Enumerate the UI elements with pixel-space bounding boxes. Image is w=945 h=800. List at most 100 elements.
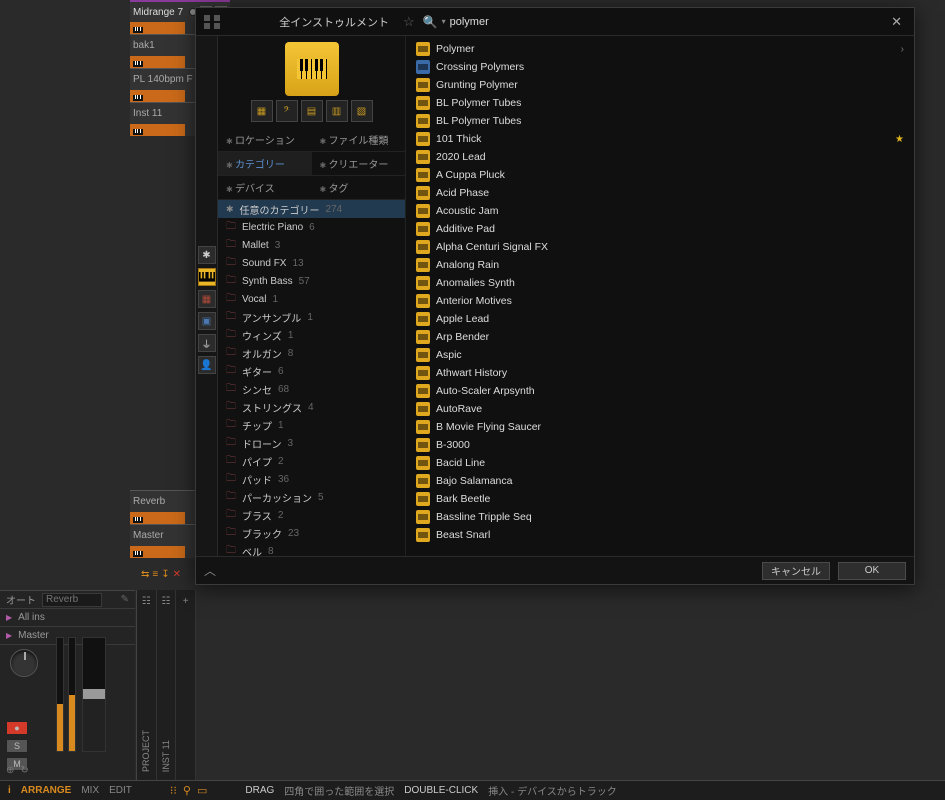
filter-tab[interactable]: クリエーター [312,152,406,176]
tool-icon[interactable]: ↧ [161,569,169,580]
category-row[interactable]: 🗀 ブラス 2 [218,506,405,524]
device-type-icon[interactable]: ▤ [301,100,323,122]
category-row[interactable]: 🗀 アンサンブル 1 [218,308,405,326]
tool-icon[interactable]: ✕ [173,569,181,580]
filter-tab[interactable]: デバイス [218,176,312,200]
result-row[interactable]: 101 Thick ★ [406,130,914,148]
tool-icon[interactable]: ⇆ [141,569,149,580]
result-row[interactable]: Acid Phase [406,184,914,202]
device-type-icon[interactable]: ▦ [251,100,273,122]
filter-tab[interactable]: タグ [312,176,406,200]
mix-tab[interactable]: MIX [81,785,99,796]
automation-target-input[interactable] [42,593,102,607]
result-row[interactable]: Bajo Salamanca [406,472,914,490]
result-row[interactable]: Athwart History [406,364,914,382]
device-type-icon[interactable]: 𝄢 [276,100,298,122]
result-row[interactable]: Apple Lead [406,310,914,328]
category-row[interactable]: 🗀 パッド 36 [218,470,405,488]
category-row[interactable]: 🗀 Electric Piano 6 [218,218,405,236]
sidebar-item-modulators[interactable]: ▣ [198,312,216,330]
result-row[interactable]: Arp Bender [406,328,914,346]
channel-strip[interactable]: ☷ INST 11 [157,590,177,780]
category-row[interactable]: ✱ 任意のカテゴリー 274 [218,200,405,218]
tool-icon[interactable]: ⚲ [183,784,191,797]
volume-fader[interactable] [82,637,106,752]
device-type-icon[interactable]: ▧ [351,100,373,122]
sidebar-item-users[interactable]: 👤 [198,356,216,374]
automation-row[interactable]: オート ✎ [0,591,135,609]
sidebar-item-instruments[interactable] [198,268,216,286]
tool-icon[interactable]: ⁝⁝ [170,784,177,797]
device-type-icon[interactable]: ▥ [326,100,348,122]
category-row[interactable]: 🗀 ウィンズ 1 [218,326,405,344]
result-row[interactable]: Analong Rain [406,256,914,274]
favorite-icon[interactable]: ★ [895,134,904,145]
arrange-tab[interactable]: ARRANGE [21,785,72,796]
result-row[interactable]: AutoRave [406,400,914,418]
tool-icon[interactable]: ▭ [197,784,207,797]
category-row[interactable]: 🗀 Synth Bass 57 [218,272,405,290]
result-row[interactable]: Crossing Polymers [406,58,914,76]
arranger-tool-strip[interactable]: ⇆ ≡ ↧ ✕ [137,565,185,583]
filter-tab[interactable]: ロケーション [218,128,312,152]
category-row[interactable]: 🗀 ギター 6 [218,362,405,380]
result-row[interactable]: B Movie Flying Saucer [406,418,914,436]
sidebar-item-plugins[interactable]: ⏚ [198,334,216,352]
search-field[interactable]: 🔍 ▾ [423,15,879,29]
result-row[interactable]: Aspic [406,346,914,364]
solo-button[interactable]: S [6,739,28,753]
settings-icon[interactable]: ↻ [20,765,28,776]
result-row[interactable]: Bark Beetle [406,490,914,508]
result-row[interactable]: Additive Pad [406,220,914,238]
category-row[interactable]: 🗀 Sound FX 13 [218,254,405,272]
chevron-down-icon[interactable]: ▾ [442,17,446,26]
tool-icon[interactable]: ≡ [152,569,158,580]
category-row[interactable]: 🗀 ベル 8 [218,542,405,556]
category-row[interactable]: 🗀 Mallet 3 [218,236,405,254]
favorite-filter-icon[interactable]: ☆ [403,14,415,30]
result-row[interactable]: A Cuppa Pluck [406,166,914,184]
result-row[interactable]: Beast Snarl [406,526,914,544]
result-row[interactable]: B-3000 [406,436,914,454]
result-row[interactable]: Polymer › [406,40,914,58]
result-row[interactable]: BL Polymer Tubes [406,112,914,130]
category-row[interactable]: 🗀 パーカッション 5 [218,488,405,506]
category-row[interactable]: 🗀 チップ 1 [218,416,405,434]
add-channel[interactable]: + [176,590,196,780]
result-row[interactable]: Grunting Polymer [406,76,914,94]
result-row[interactable]: Auto-Scaler Arpsynth [406,382,914,400]
clear-search-icon[interactable]: ✕ [887,14,906,30]
input-route-row[interactable]: ▶ All ins [0,609,135,627]
result-row[interactable]: Anomalies Synth [406,274,914,292]
result-row[interactable]: 2020 Lead [406,148,914,166]
result-row[interactable]: BL Polymer Tubes [406,94,914,112]
edit-icon[interactable]: ✎ [121,594,129,605]
filter-tab[interactable]: カテゴリー [218,152,312,176]
search-input[interactable] [450,16,879,28]
sidebar-item-all[interactable]: ✱ [198,246,216,264]
sidebar-item-fx[interactable]: ▦ [198,290,216,308]
edit-tab[interactable]: EDIT [109,785,132,796]
result-row[interactable]: Acoustic Jam [406,202,914,220]
chevron-right-icon[interactable]: › [901,44,904,55]
pan-knob[interactable] [10,649,38,677]
info-icon[interactable]: i [8,785,11,796]
category-row[interactable]: 🗀 オルガン 8 [218,344,405,362]
filter-tab[interactable]: ファイル種類 [312,128,406,152]
category-row[interactable]: 🗀 ストリングス 4 [218,398,405,416]
category-row[interactable]: 🗀 パイプ 2 [218,452,405,470]
channel-strip[interactable]: ☷ PROJECT [137,590,157,780]
ok-button[interactable]: OK [838,562,906,580]
category-row[interactable]: 🗀 ブラック 23 [218,524,405,542]
result-row[interactable]: Bassline Tripple Seq [406,508,914,526]
category-row[interactable]: 🗀 Vocal 1 [218,290,405,308]
category-row[interactable]: 🗀 シンセ 68 [218,380,405,398]
view-grid-icon[interactable] [204,15,222,29]
result-row[interactable]: Bacid Line [406,454,914,472]
expand-icon[interactable]: ⊕ [6,765,14,776]
result-row[interactable]: Alpha Centuri Signal FX [406,238,914,256]
category-row[interactable]: 🗀 ドローン 3 [218,434,405,452]
cancel-button[interactable]: キャンセル [762,562,830,580]
collapse-icon[interactable]: ︿ [204,562,216,579]
result-row[interactable]: Anterior Motives [406,292,914,310]
